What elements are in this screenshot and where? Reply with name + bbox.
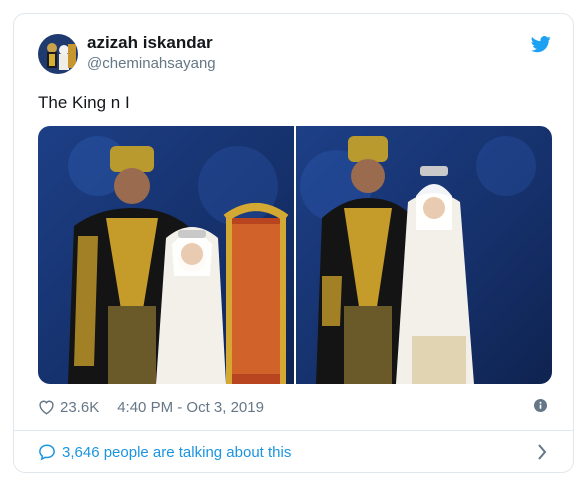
tweet-meta: 23.6K 4:40 PM - Oct 3, 2019: [38, 396, 549, 418]
tweet-photo[interactable]: [296, 126, 552, 384]
tweet-text: The King n I: [38, 93, 130, 112]
tweet-photo[interactable]: [38, 126, 294, 384]
tweet-media[interactable]: [38, 126, 552, 384]
tweet-card[interactable]: azizah iskandar @cheminahsayang The King…: [13, 13, 574, 473]
chevron-right-icon[interactable]: [537, 444, 547, 460]
avatar[interactable]: [38, 34, 78, 74]
info-icon[interactable]: [534, 399, 547, 412]
speech-bubble-icon: [39, 444, 55, 461]
tweet-timestamp[interactable]: 4:40 PM - Oct 3, 2019: [117, 399, 264, 416]
heart-icon[interactable]: [38, 399, 55, 415]
talking-count[interactable]: 3,646 people are talking about this: [62, 444, 291, 461]
user-handle[interactable]: @cheminahsayang: [87, 55, 216, 72]
conversation-link[interactable]: 3,646 people are talking about this: [38, 441, 549, 463]
divider: [14, 430, 573, 431]
like-count[interactable]: 23.6K: [60, 399, 99, 416]
display-name[interactable]: azizah iskandar: [87, 33, 213, 53]
twitter-bird-icon[interactable]: [531, 36, 551, 53]
